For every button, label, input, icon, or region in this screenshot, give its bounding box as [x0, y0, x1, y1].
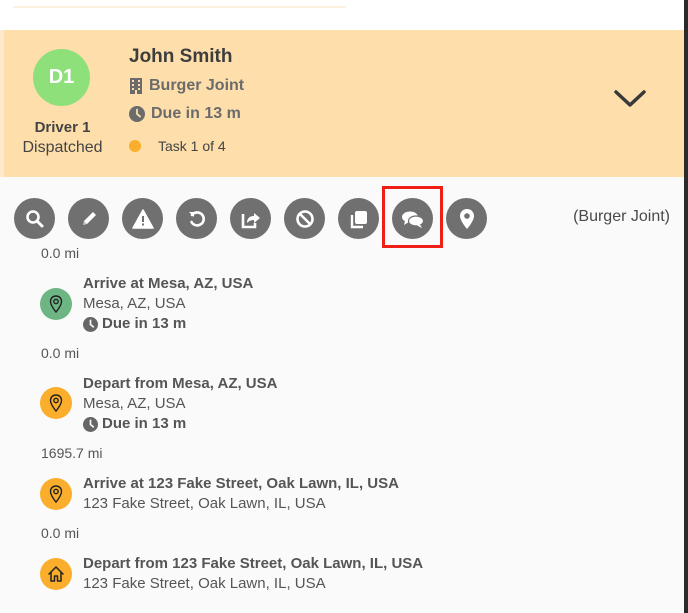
- home-icon: [48, 566, 64, 582]
- map-pin-icon: [49, 394, 63, 412]
- stop-marker: [40, 387, 72, 419]
- duplicate-button[interactable]: [338, 198, 379, 239]
- stop-title: Arrive at 123 Fake Street, Oak Lawn, IL,…: [83, 475, 399, 492]
- driver-name: John Smith: [129, 46, 233, 67]
- stop-address: 123 Fake Street, Oak Lawn, IL, USA: [83, 495, 326, 512]
- copy-icon: [350, 210, 367, 228]
- stop-distance: 0.0 mi: [41, 345, 80, 361]
- business-row: Burger Joint: [129, 77, 244, 95]
- stop-distance: 0.0 mi: [41, 245, 80, 261]
- chat-icon: [401, 211, 424, 228]
- task-progress: Task 1 of 4: [158, 138, 226, 154]
- task-row: Task 1 of 4: [129, 138, 226, 154]
- stop-due-text: Due in 13 m: [102, 315, 187, 332]
- stop-address: Mesa, AZ, USA: [83, 295, 186, 312]
- top-area: [0, 0, 684, 30]
- action-toolbar: [14, 186, 487, 248]
- map-pin-icon: [459, 208, 474, 229]
- stop-marker: [40, 558, 72, 590]
- stop-title: Depart from Mesa, AZ, USA: [83, 375, 278, 392]
- business-tag: (Burger Joint): [573, 208, 670, 225]
- search-icon: [25, 209, 43, 227]
- undo-button[interactable]: [176, 198, 217, 239]
- stop-address: Mesa, AZ, USA: [83, 395, 186, 412]
- driver-avatar: D1: [33, 49, 90, 106]
- due-row: Due in 13 m: [129, 105, 241, 123]
- stop-distance: 1695.7 mi: [41, 445, 103, 461]
- edit-button[interactable]: [68, 198, 109, 239]
- map-pin-icon: [49, 485, 63, 503]
- stop-due-text: Due in 13 m: [102, 415, 187, 432]
- stop-address: 123 Fake Street, Oak Lawn, IL, USA: [83, 575, 326, 592]
- share-icon: [241, 212, 260, 228]
- map-pin-icon: [49, 295, 63, 313]
- driver-label: Driver 1: [34, 119, 91, 136]
- pencil-icon: [82, 211, 96, 225]
- stop-distance: 0.0 mi: [41, 525, 80, 541]
- stop-due: Due in 13 m: [83, 414, 277, 434]
- window-edge: [684, 0, 688, 613]
- chat-button[interactable]: [382, 186, 443, 248]
- building-icon: [130, 78, 142, 94]
- due-text: Due in 13 m: [151, 105, 241, 122]
- stop-due: Due in 13 m: [83, 314, 253, 334]
- stop-title: Depart from 123 Fake Street, Oak Lawn, I…: [83, 555, 424, 572]
- driver-status: Dispatched: [22, 139, 103, 156]
- clock-icon: [83, 416, 98, 432]
- undo-icon: [188, 210, 205, 227]
- share-button[interactable]: [230, 198, 271, 239]
- alert-button[interactable]: [122, 198, 163, 239]
- business-name: Burger Joint: [149, 77, 245, 94]
- clock-icon: [83, 316, 98, 332]
- task-status-dot: [129, 140, 141, 152]
- cancel-button[interactable]: [284, 198, 325, 239]
- task-details: (Burger Joint) 0.0 mi Arrive at Mesa, AZ…: [0, 177, 684, 613]
- divider: [13, 6, 346, 8]
- stop-marker: [40, 288, 72, 320]
- chevron-down-icon[interactable]: [613, 89, 647, 109]
- stop-marker: [40, 478, 72, 510]
- driver-card[interactable]: D1 Driver 1 Dispatched John Smith Burger…: [0, 30, 684, 177]
- stop-title: Arrive at Mesa, AZ, USA: [83, 275, 254, 292]
- clock-icon: [129, 106, 145, 122]
- search-button[interactable]: [14, 198, 55, 239]
- warning-icon: [131, 208, 154, 229]
- location-button[interactable]: [446, 198, 487, 239]
- ban-icon: [295, 209, 314, 228]
